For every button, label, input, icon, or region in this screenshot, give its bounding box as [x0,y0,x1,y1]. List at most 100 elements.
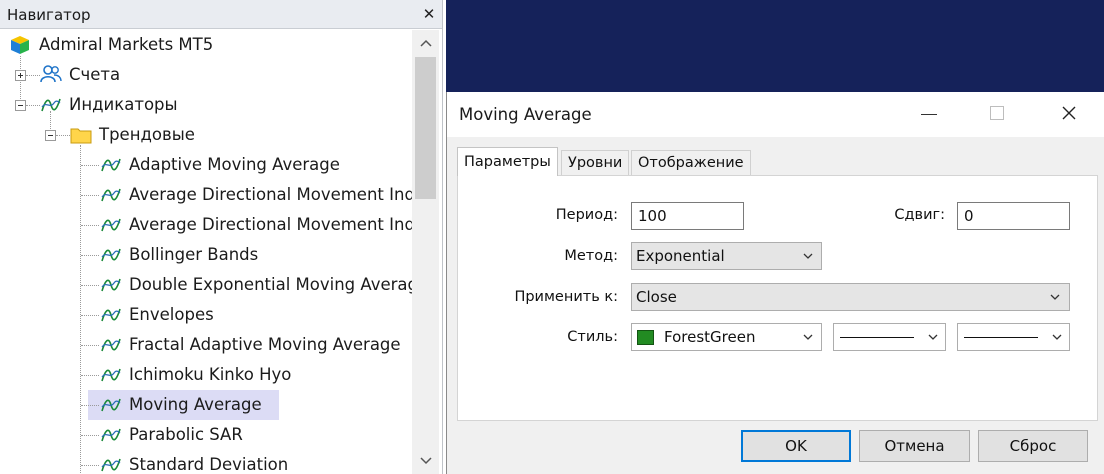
tree-indicator-item[interactable]: Envelopes [0,300,412,330]
indicator-icon [101,428,121,442]
tree-guide-line [81,195,99,196]
navigator-tree: Admiral Markets MT5 Счета Индикаторы Тре… [0,30,412,474]
line-style-select[interactable] [833,323,946,351]
ok-button[interactable]: OK [741,430,851,462]
scroll-down-icon[interactable] [412,448,439,474]
close-icon[interactable]: ✕ [420,5,438,23]
indicator-icon [101,458,121,472]
color-name: ForestGreen [664,328,756,346]
tree-item-label: Average Directional Movement Inde [129,215,412,234]
color-swatch [637,330,654,345]
apply-to-select[interactable]: Close [631,283,1070,311]
tree-item-trend-folder[interactable]: Трендовые [0,120,412,150]
method-value: Exponential [636,247,725,265]
shift-label: Сдвиг: [894,207,945,223]
tab-parameters[interactable]: Параметры [457,147,558,176]
shift-input[interactable]: 0 [957,202,1070,230]
parameters-panel: Период: 100 Сдвиг: 0 Метод: Exponential … [457,175,1098,421]
style-label: Стиль: [567,329,618,345]
tree-item-label: Счета [69,65,121,84]
scrollbar-thumb[interactable] [415,57,436,199]
tree-indicator-item[interactable]: Bollinger Bands [0,240,412,270]
indicator-icon [101,248,121,262]
tree-item-label: Трендовые [99,125,195,144]
tree-guide-line [81,435,99,436]
apply-to-label: Применить к: [514,289,618,305]
tree-guide-line [81,345,99,346]
navigator-scrollbar[interactable] [412,30,439,474]
indicator-icon [101,218,121,232]
tree-root-admiral-markets[interactable]: Admiral Markets MT5 [0,30,412,60]
tree-indicator-item[interactable]: Average Directional Movement Inde [0,180,412,210]
collapse-minus-icon[interactable] [45,130,56,141]
tree-indicator-item[interactable]: Fractal Adaptive Moving Average [0,330,412,360]
tree-guide-line [81,165,99,166]
chevron-down-icon [803,334,813,340]
line-style-preview [840,337,914,338]
chevron-down-icon [803,253,813,259]
dialog-title: Moving Average [459,105,592,124]
indicator-icon [41,98,61,112]
navigator-title: Навигатор [7,6,91,24]
tree-item-label: Double Exponential Moving Average [129,275,412,294]
collapse-minus-icon[interactable] [15,100,26,111]
color-select[interactable]: ForestGreen [631,323,822,351]
tab-levels[interactable]: Уровни [561,150,630,175]
tree-root-label: Admiral Markets MT5 [39,35,214,54]
close-icon[interactable] [1058,102,1080,124]
method-select[interactable]: Exponential [631,242,822,270]
expand-plus-icon[interactable] [15,70,26,81]
tree-guide-line [81,255,99,256]
tree-indicator-item-selected[interactable]: Moving Average [0,390,412,420]
indicator-icon [101,368,121,382]
method-label: Метод: [564,248,618,264]
tree-guide-line [81,375,99,376]
tree-item-label: Fractal Adaptive Moving Average [129,335,401,354]
tree-item-label: Ichimoku Kinko Hyo [129,365,292,384]
tree-item-label: Adaptive Moving Average [129,155,340,174]
folder-icon [70,128,92,144]
maximize-icon[interactable] [990,106,1004,120]
indicator-icon [101,308,121,322]
tree-item-label: Envelopes [129,305,214,324]
reset-button[interactable]: Сброс [978,430,1088,462]
line-width-select[interactable] [957,323,1070,351]
navigator-panel: Навигатор ✕ Admiral Markets MT5 Счета Ин… [0,0,443,474]
tree-item-label: Bollinger Bands [129,245,259,264]
accounts-icon [40,65,62,83]
navigator-header: Навигатор ✕ [0,0,442,29]
tree-item-label: Moving Average [129,395,262,414]
tree-item-label: Average Directional Movement Inde [129,185,412,204]
tree-indicator-item[interactable]: Standard Deviation [0,450,412,474]
tree-item-label: Standard Deviation [129,455,289,474]
tree-guide-line [81,285,99,286]
period-input[interactable]: 100 [631,202,744,230]
indicator-icon [101,338,121,352]
cancel-button[interactable]: Отмена [859,430,970,462]
tree-indicator-item[interactable]: Double Exponential Moving Average [0,270,412,300]
tree-guide-line [81,315,99,316]
chart-background [446,0,1104,95]
tree-guide-line [81,405,99,406]
tree-indicator-item[interactable]: Average Directional Movement Inde [0,210,412,240]
tree-item-label: Parabolic SAR [129,425,243,444]
period-label: Период: [555,207,618,223]
dialog-titlebar: Moving Average [447,92,1104,137]
minimize-icon[interactable] [921,114,937,115]
indicator-icon [101,188,121,202]
tree-item-label: Индикаторы [69,95,178,114]
tree-guide-line [81,225,99,226]
indicator-icon [101,398,121,412]
tree-indicator-item[interactable]: Adaptive Moving Average [0,150,412,180]
tree-item-accounts[interactable]: Счета [0,60,412,90]
tree-item-indicators[interactable]: Индикаторы [0,90,412,120]
admiral-logo-icon [11,36,29,54]
chevron-down-icon [1050,294,1060,300]
chevron-down-icon [928,334,938,340]
apply-to-value: Close [636,288,677,306]
tree-indicator-item[interactable]: Ichimoku Kinko Hyo [0,360,412,390]
tab-display[interactable]: Отображение [631,150,751,175]
tree-indicator-item[interactable]: Parabolic SAR [0,420,412,450]
scroll-up-icon[interactable] [412,30,439,56]
indicator-icon [101,278,121,292]
